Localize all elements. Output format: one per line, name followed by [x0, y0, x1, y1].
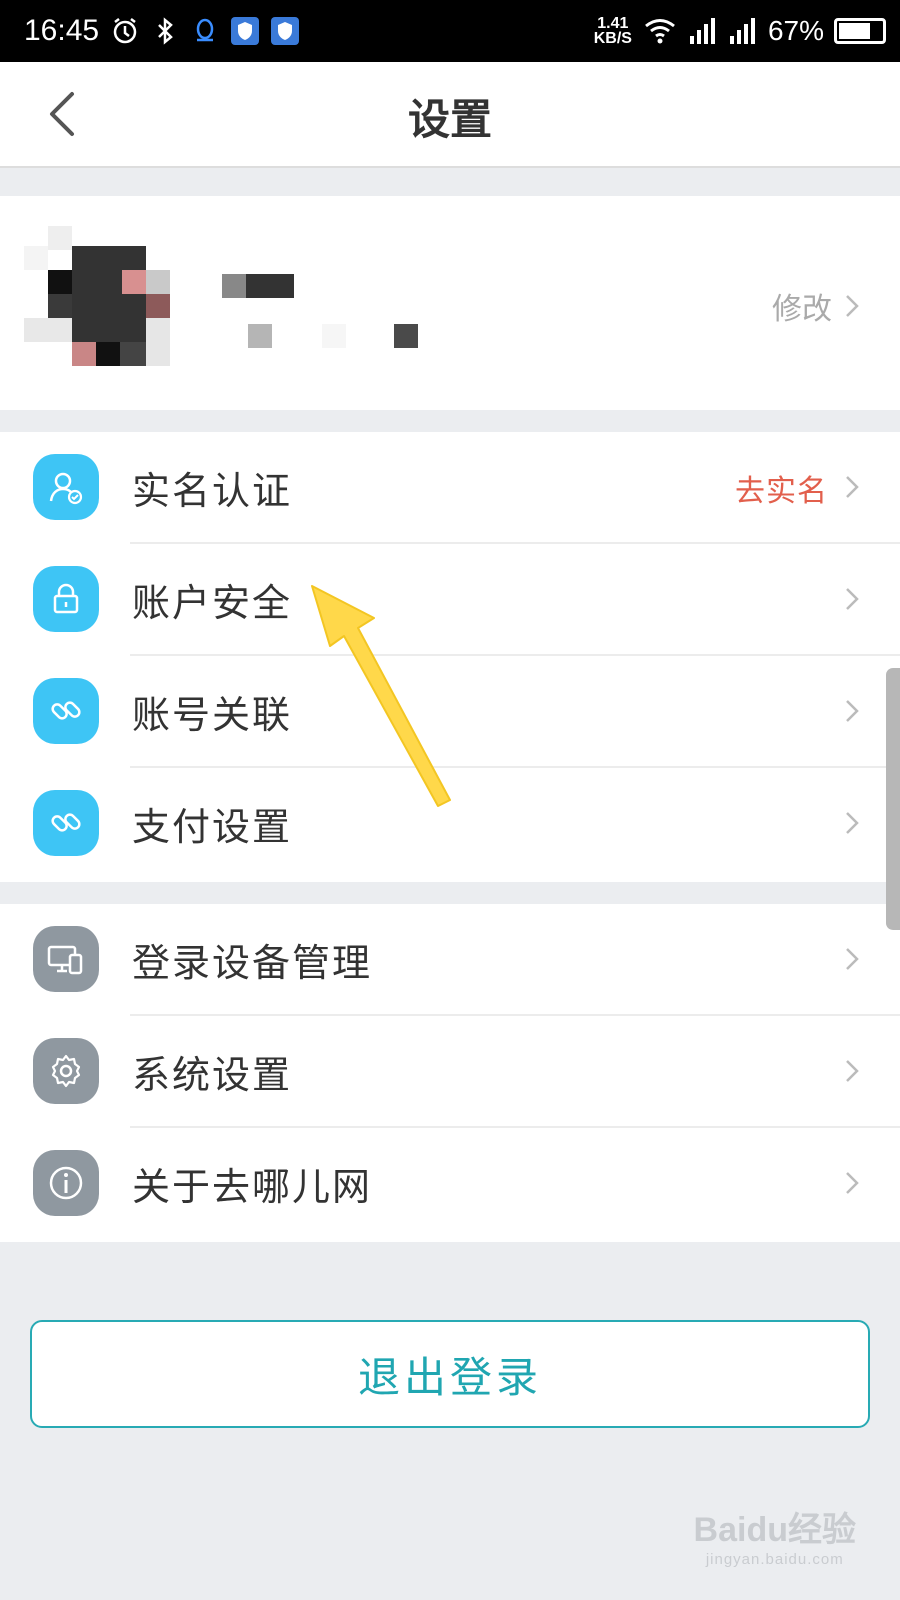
chevron-right-icon	[846, 948, 859, 970]
shield-app-icon-2	[271, 17, 299, 45]
user-verified-icon	[33, 454, 99, 520]
chevron-right-icon	[846, 476, 859, 498]
alarm-icon	[113, 18, 137, 44]
row-label: 账户安全	[132, 581, 293, 625]
row-label: 账号关联	[132, 693, 293, 737]
gear-icon	[33, 1038, 99, 1104]
network-speed: 1.41 KB/S	[593, 15, 632, 47]
devices-icon	[33, 926, 99, 992]
signal-4g-icon	[729, 18, 755, 44]
avatar[interactable]	[24, 226, 174, 376]
info-icon	[33, 1150, 99, 1216]
blurred-user-info	[248, 324, 428, 348]
battery-icon	[834, 18, 886, 44]
chevron-right-icon	[846, 700, 859, 722]
network-speed-value: 1.41	[597, 15, 629, 32]
app-header: 设置	[0, 62, 900, 168]
profile-edit-label: 修改	[772, 292, 832, 327]
wifi-icon	[645, 19, 675, 44]
network-speed-unit: KB/S	[593, 30, 632, 47]
row-login-device-management[interactable]: 登录设备管理	[0, 904, 900, 1016]
row-label: 关于去哪儿网	[132, 1165, 373, 1209]
status-time: 16:45	[24, 14, 100, 47]
status-icons-right: 1.41 KB/S 67%	[594, 12, 886, 50]
chevron-right-icon	[846, 588, 859, 610]
row-label: 支付设置	[132, 805, 293, 849]
scrollbar[interactable]	[886, 668, 900, 930]
signal-icon	[689, 18, 715, 44]
bluetooth-icon	[158, 17, 173, 45]
watermark-logo: Baidu经验	[693, 1511, 856, 1549]
lock-icon	[33, 566, 99, 632]
blurred-username	[222, 274, 302, 298]
settings-group-system: 登录设备管理 系统设置 关于去哪儿网	[0, 904, 900, 1242]
row-label: 登录设备管理	[132, 941, 373, 985]
watermark: Baidu经验 jingyan.baidu.com	[694, 1502, 856, 1568]
row-label: 实名认证	[132, 469, 293, 513]
annotation-arrow-icon	[311, 585, 451, 807]
chevron-right-icon	[846, 812, 859, 834]
battery-percent: 67%	[767, 15, 824, 46]
link-icon	[33, 678, 99, 744]
verify-now-link[interactable]: 去实名	[735, 466, 828, 510]
link-icon	[33, 790, 99, 856]
chevron-right-icon	[846, 1060, 859, 1082]
page-title: 设置	[407, 95, 492, 144]
row-real-name-verification[interactable]: 实名认证 去实名	[0, 432, 900, 544]
row-system-settings[interactable]: 系统设置	[0, 1016, 900, 1128]
profile-edit-button[interactable]: 修改	[772, 284, 860, 328]
shield-app-icon	[231, 17, 259, 45]
battery-level	[839, 23, 870, 39]
chevron-right-icon	[846, 1172, 859, 1194]
status-bar: 16:45 1.41 KB/S 67%	[0, 0, 900, 62]
row-about[interactable]: 关于去哪儿网	[0, 1128, 900, 1240]
watermark-url: jingyan.baidu.com	[705, 1551, 844, 1568]
chevron-right-icon	[846, 295, 859, 317]
profile-card[interactable]: 修改	[0, 196, 900, 410]
status-icons-left	[110, 14, 300, 48]
qq-icon	[196, 18, 214, 42]
logout-button[interactable]: 退出登录	[30, 1320, 870, 1428]
row-label: 系统设置	[132, 1053, 293, 1097]
